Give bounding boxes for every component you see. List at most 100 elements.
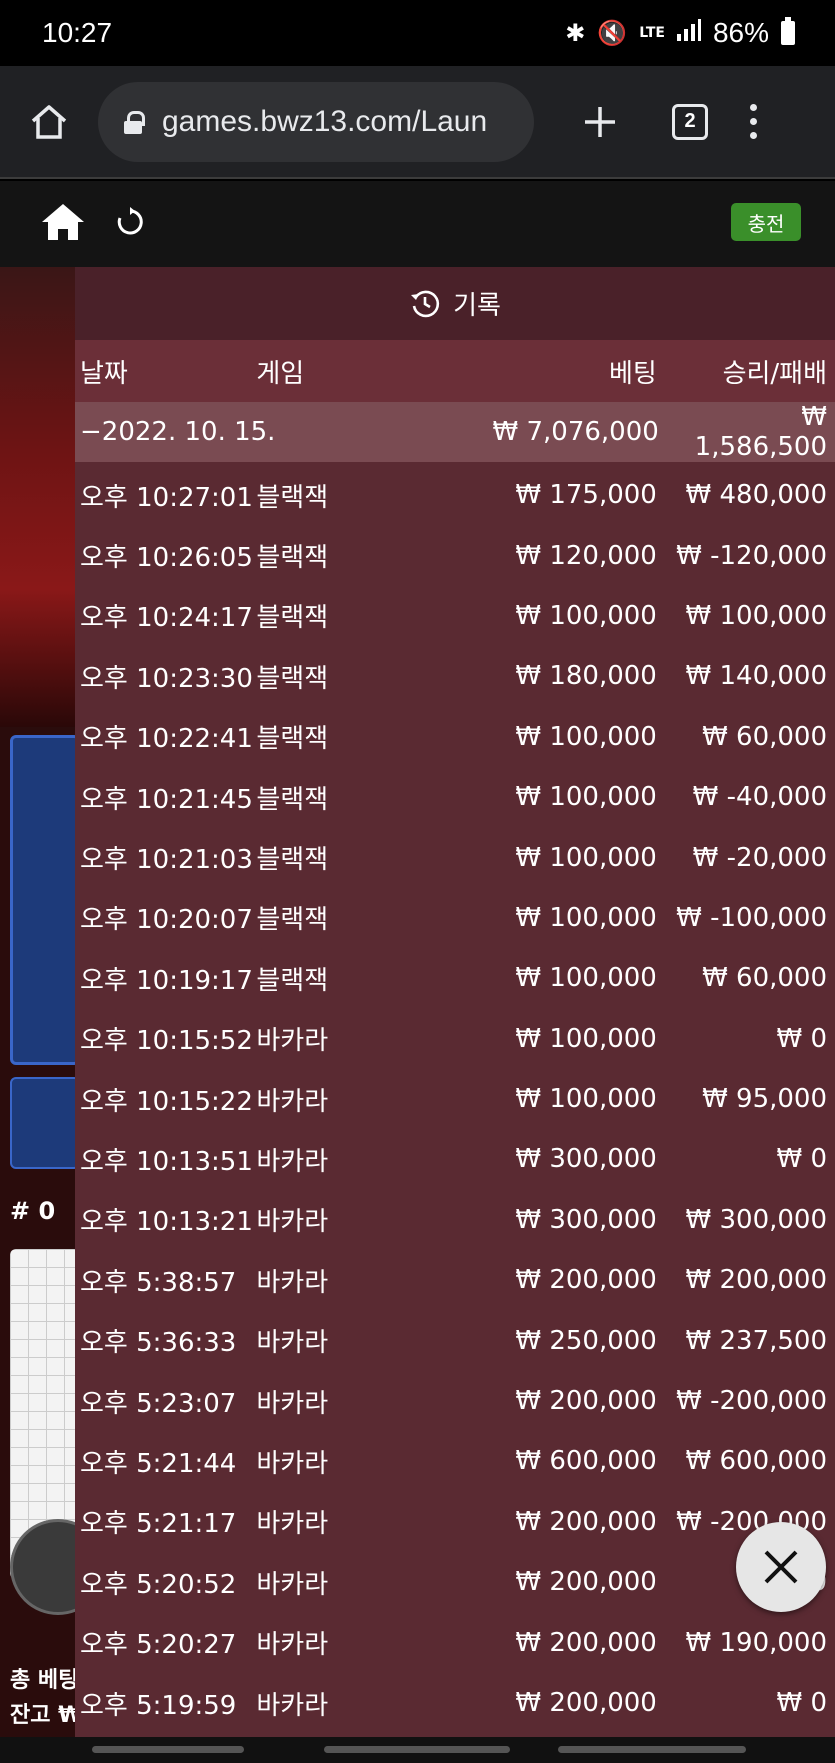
row-game: 블랙잭 [256, 724, 329, 755]
browser-home-button[interactable] [0, 65, 98, 178]
row-game: 바카라 [256, 1509, 329, 1540]
row-result: ₩ 190,000 [685, 1627, 828, 1658]
row-bet: ₩ 600,000 [515, 1446, 657, 1477]
row-time: 오후 10:21:03 [80, 845, 253, 876]
row-time: 오후 10:13:21 [80, 1207, 253, 1238]
history-header: 기록 [75, 267, 835, 340]
reload-button[interactable] [114, 206, 146, 242]
row-result: ₩ -200,000 [676, 1386, 828, 1417]
close-button[interactable] [736, 1522, 826, 1612]
row-time: 오후 5:20:27 [80, 1630, 237, 1661]
home-icon [31, 104, 67, 139]
row-time: 오후 10:22:41 [80, 724, 253, 755]
history-row: 오후 5:21:17 바카라 ₩ 200,000 ₩ -200,000 [75, 1492, 835, 1552]
history-row: 오후 10:21:45 블랙잭 ₩ 100,000 ₩ -40,000 [75, 767, 835, 827]
signal-icon [676, 19, 701, 47]
menu-icon[interactable] [750, 104, 757, 139]
row-time: 오후 5:21:44 [80, 1448, 237, 1479]
nav-back-gesture[interactable] [92, 1746, 244, 1753]
nav-home-gesture[interactable] [324, 1746, 510, 1753]
row-result: ₩ 0 [776, 1144, 828, 1175]
history-row: 오후 5:38:57 바카라 ₩ 200,000 ₩ 200,000 [75, 1250, 835, 1310]
battery-icon [781, 17, 795, 45]
row-bet: ₩ 200,000 [515, 1567, 657, 1598]
row-time: 오후 5:36:33 [80, 1328, 237, 1359]
row-result: ₩ -120,000 [676, 540, 828, 571]
row-time: 오후 5:20:52 [80, 1569, 237, 1600]
home-icon [42, 204, 84, 240]
date-summary-row[interactable]: −2022. 10. 15. ₩ 7,076,000 ₩ 1,586,500 [75, 402, 835, 462]
row-bet: ₩ 300,000 [515, 1204, 657, 1235]
row-time: 오후 10:23:30 [80, 663, 253, 694]
row-result: ₩ 0 [776, 1023, 828, 1054]
row-result: ₩ 0 [776, 1688, 828, 1718]
row-result: ₩ 300,000 [685, 1204, 828, 1235]
history-row: 오후 10:15:22 바카라 ₩ 100,000 ₩ 95,000 [75, 1069, 835, 1129]
row-bet: ₩ 120,000 [515, 540, 657, 571]
history-list: 오후 10:27:01 블랙잭 ₩ 175,000 ₩ 480,000 오후 10:26… [75, 462, 835, 1733]
close-icon [764, 1550, 798, 1584]
history-panel: 기록 날짜 게임 베팅 승리/패배 −2022. 10. 15. ₩ 7,076… [75, 267, 835, 1737]
row-bet: ₩ 100,000 [515, 902, 657, 933]
mute-icon: 🔇 [597, 19, 628, 47]
battery-percent: 86% [712, 17, 769, 48]
history-row: 오후 10:24:17 블랙잭 ₩ 100,000 ₩ 100,000 [75, 586, 835, 646]
history-icon [411, 290, 440, 317]
history-title: 기록 [453, 291, 501, 321]
history-row: 오후 10:15:52 바카라 ₩ 100,000 ₩ 0 [75, 1009, 835, 1069]
bluetooth-icon: ✱ [565, 19, 586, 47]
row-bet: ₩ 100,000 [515, 782, 657, 813]
address-bar[interactable]: games.bwz13.com/Laun [98, 81, 534, 162]
row-bet: ₩ 180,000 [515, 661, 657, 692]
tab-switcher-button[interactable]: 2 [672, 103, 708, 140]
row-game: 블랙잭 [256, 603, 329, 634]
dealer-table-image [0, 267, 80, 727]
history-row: 오후 10:19:17 블랙잭 ₩ 100,000 ₩ 60,000 [75, 948, 835, 1008]
row-bet: ₩ 100,000 [515, 1023, 657, 1054]
row-game: 바카라 [256, 1630, 329, 1661]
row-time: 오후 5:38:57 [80, 1267, 237, 1298]
history-row: 오후 10:13:51 바카라 ₩ 300,000 ₩ 0 [75, 1129, 835, 1189]
row-result: ₩ -100,000 [676, 902, 828, 933]
history-row: 오후 5:23:07 바카라 ₩ 200,000 ₩ -200,000 [75, 1371, 835, 1431]
row-result: ₩ -20,000 [692, 842, 828, 873]
row-result: ₩ 60,000 [702, 721, 828, 752]
row-game: 바카라 [256, 1448, 329, 1479]
row-result: ₩ 480,000 [685, 480, 828, 511]
row-time: 오후 10:20:07 [80, 905, 253, 936]
bet-area-secondary[interactable] [10, 1077, 80, 1169]
row-game: 바카라 [256, 1690, 329, 1721]
nav-recents-gesture[interactable] [558, 1746, 746, 1753]
row-game: 바카라 [256, 1026, 329, 1057]
bet-area-player[interactable] [10, 735, 80, 1065]
row-result: ₩ 140,000 [685, 661, 828, 692]
browser-toolbar: games.bwz13.com/Laun 2 [0, 66, 835, 179]
game-home-button[interactable] [40, 202, 86, 246]
summary-bet: ₩ 7,076,000 [492, 417, 659, 447]
row-time: 오후 10:13:51 [80, 1146, 253, 1177]
summary-date: −2022. 10. 15. [80, 417, 276, 447]
row-game: 블랙잭 [256, 784, 329, 815]
history-row: 오후 10:20:07 블랙잭 ₩ 100,000 ₩ -100,000 [75, 888, 835, 948]
row-time: 오후 10:21:45 [80, 784, 253, 815]
row-game: 바카라 [256, 1207, 329, 1238]
charge-button[interactable]: 충전 [731, 203, 801, 241]
row-result: ₩ 100,000 [685, 600, 828, 631]
lte-label: LTE [639, 25, 665, 41]
history-row: 오후 10:13:21 바카라 ₩ 300,000 ₩ 300,000 [75, 1190, 835, 1250]
history-row: 오후 10:27:01 블랙잭 ₩ 175,000 ₩ 480,000 [75, 465, 835, 525]
lock-icon [124, 110, 145, 134]
row-time: 오후 10:19:17 [80, 965, 253, 996]
row-game: 블랙잭 [256, 965, 329, 996]
row-game: 바카라 [256, 1569, 329, 1600]
new-tab-button[interactable] [570, 92, 630, 152]
row-game: 바카라 [256, 1086, 329, 1117]
history-row: 오후 10:22:41 블랙잭 ₩ 100,000 ₩ 60,000 [75, 707, 835, 767]
row-game: 바카라 [256, 1328, 329, 1359]
screen: 10:27 ✱ 🔇 LTE 86% games.bwz13.com/Laun 2… [0, 0, 835, 1763]
game-header: 충전 [0, 181, 835, 267]
row-result: ₩ 95,000 [702, 1084, 828, 1115]
reload-icon [117, 207, 143, 235]
row-result: ₩ -40,000 [692, 782, 828, 813]
row-bet: ₩ 200,000 [515, 1688, 657, 1718]
